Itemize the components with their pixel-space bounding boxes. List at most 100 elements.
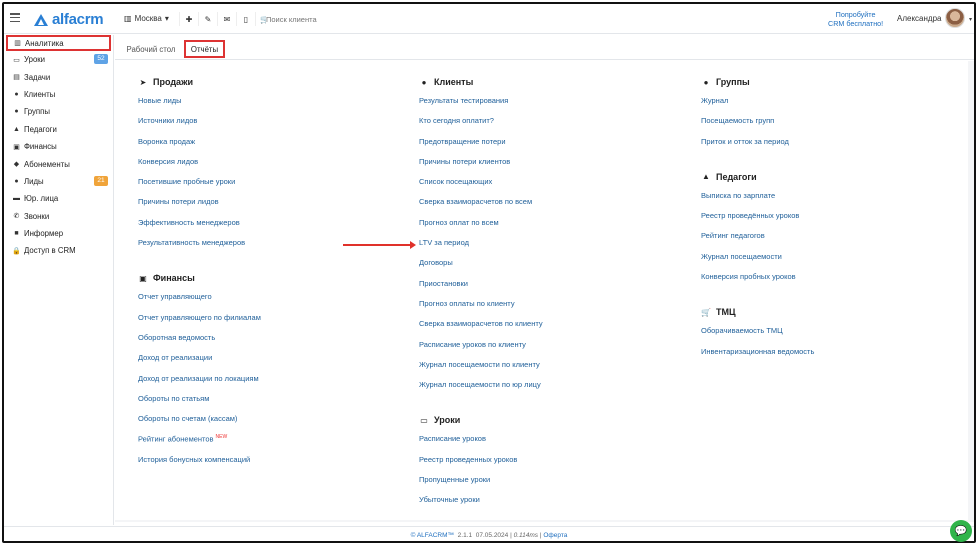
wrench-icon[interactable]: ✎ — [198, 12, 217, 26]
sidebar-item-informer[interactable]: ■ Информер — [4, 225, 113, 242]
link-manager-performance[interactable]: Результативность менеджеров — [138, 238, 261, 258]
menu-icon[interactable] — [10, 13, 20, 22]
calendar-icon: ▭ — [420, 415, 428, 425]
link-manager-efficiency[interactable]: Эффективность менеджеров — [138, 218, 261, 238]
sidebar-item-label: Аналитика — [25, 38, 64, 48]
user-name[interactable]: Александра — [897, 14, 941, 23]
sidebar-item-label: Задачи — [24, 72, 51, 82]
sidebar-item-legal-entities[interactable]: ▬ Юр. лица — [4, 190, 113, 207]
link-reconciliation-client[interactable]: Сверка взаиморасчетов по клиенту — [419, 319, 543, 339]
section-title-finance: ▣ Финансы — [138, 272, 261, 284]
sidebar-item-label: Звонки — [24, 211, 50, 221]
section-title-groups: ● Группы — [701, 76, 814, 88]
link-trial-conversion[interactable]: Конверсия пробных уроков — [701, 272, 814, 292]
sidebar-item-analytics[interactable]: ▥ Аналитика — [6, 35, 111, 51]
link-payment-forecast-client[interactable]: Прогноз оплаты по клиенту — [419, 299, 543, 319]
sidebar-item-calls[interactable]: ✆ Звонки — [4, 208, 113, 225]
link-payment-forecast-all[interactable]: Прогноз оплат по всем — [419, 218, 543, 238]
link-sales-income-locations[interactable]: Доход от реализации по локациям — [138, 374, 261, 394]
link-schedule-client[interactable]: Расписание уроков по клиенту — [419, 340, 543, 360]
chart-icon: ▥ — [14, 40, 21, 47]
section-title-sales: ➤ Продажи — [138, 76, 261, 88]
try-crm-link[interactable]: Попробуйте CRM бесплатно! — [828, 10, 883, 28]
link-turnover-by-accounts[interactable]: Обороты по счетам (кассам) — [138, 414, 261, 434]
link-sales-income[interactable]: Доход от реализации — [138, 353, 261, 373]
link-inventory-turnover[interactable]: Оборачиваемость ТМЦ — [701, 326, 814, 346]
link-who-pays-today[interactable]: Кто сегодня оплатит? — [419, 116, 543, 136]
link-missed-lessons[interactable]: Пропущенные уроки — [419, 475, 543, 495]
link-lead-conversion[interactable]: Конверсия лидов — [138, 157, 261, 177]
reports-panel: ➤ Продажи Новые лиды Источники лидов Вор… — [115, 61, 968, 520]
link-suspensions[interactable]: Приостановки — [419, 279, 543, 299]
phone-icon[interactable]: ▯ — [236, 12, 255, 26]
briefcase-icon: ▬ — [13, 195, 20, 203]
link-group-attendance[interactable]: Посещаемость групп — [701, 116, 814, 136]
tab-dashboard[interactable]: Рабочий стол — [123, 40, 179, 58]
link-manager-report-branches[interactable]: Отчет управляющего по филиалам — [138, 313, 261, 333]
logo[interactable]: alfacrm — [34, 11, 104, 28]
section-clients: ● Клиенты Результаты тестирования Кто се… — [419, 76, 543, 400]
link-loss-prevention[interactable]: Предотвращение потери — [419, 137, 543, 157]
link-lead-sources[interactable]: Источники лидов — [138, 116, 261, 136]
sidebar-item-crm-access[interactable]: 🔒 Доступ в CRM — [4, 242, 113, 259]
tab-reports[interactable]: Отчёты — [184, 40, 225, 58]
footer-version: 2.1.1 — [457, 532, 473, 539]
footer-brand[interactable]: © ALFACRM™ — [411, 532, 454, 539]
lock-icon: 🔒 — [12, 247, 21, 255]
link-contracts[interactable]: Договоры — [419, 258, 543, 278]
main-content: ➤ Продажи Новые лиды Источники лидов Вор… — [115, 61, 974, 522]
section-title-text: Педагоги — [716, 171, 757, 182]
link-turnover-by-items[interactable]: Обороты по статьям — [138, 394, 261, 414]
link-journal[interactable]: Журнал — [701, 96, 814, 116]
sidebar-item-leads[interactable]: ● Лиды 21 — [4, 173, 113, 190]
plus-icon[interactable]: ✚ — [179, 12, 198, 26]
link-manager-report[interactable]: Отчет управляющего — [138, 292, 261, 312]
phone-icon: ✆ — [13, 213, 20, 221]
footer-offer-link[interactable]: Оферта — [543, 532, 567, 539]
sidebar-item-subscriptions[interactable]: ◆ Абонементы — [4, 155, 113, 172]
link-inflow-outflow[interactable]: Приток и отток за период — [701, 137, 814, 157]
section-title-inventory: 🛒 ТМЦ — [701, 306, 814, 318]
sidebar-item-tasks[interactable]: ▤ Задачи — [4, 68, 113, 85]
sidebar-item-lessons[interactable]: ▭ Уроки 52 — [4, 51, 113, 68]
mail-icon[interactable]: ✉ — [217, 12, 236, 26]
chat-icon[interactable]: 💬 — [950, 520, 972, 542]
link-reconciliation-all[interactable]: Сверка взаиморасчетов по всем — [419, 197, 543, 217]
link-attendance-legal[interactable]: Журнал посещаемости по юр лицу — [419, 380, 543, 400]
link-bonus-history[interactable]: История бонусных компенсаций — [138, 455, 261, 475]
link-attendance-client[interactable]: Журнал посещаемости по клиенту — [419, 360, 543, 380]
link-sales-funnel[interactable]: Воронка продаж — [138, 137, 261, 157]
sidebar-item-finance[interactable]: ▣ Финансы — [4, 138, 113, 155]
branch-select[interactable]: ▥ Москва ▾ — [124, 14, 169, 23]
link-lesson-schedule[interactable]: Расписание уроков — [419, 434, 543, 454]
link-inventory-statement[interactable]: Инвентаризационная ведомость — [701, 347, 814, 367]
link-lead-loss-reasons[interactable]: Причины потери лидов — [138, 197, 261, 217]
rocket-icon: ➤ — [139, 77, 147, 87]
chevron-down-icon[interactable]: ▾ — [969, 16, 972, 23]
link-unprofitable-lessons[interactable]: Убыточные уроки — [419, 495, 543, 515]
sidebar-item-label: Группы — [24, 107, 50, 117]
sidebar-item-groups[interactable]: ● Группы — [4, 103, 113, 120]
link-new-leads[interactable]: Новые лиды — [138, 96, 261, 116]
link-test-results[interactable]: Результаты тестирования — [419, 96, 543, 116]
link-attendees-list[interactable]: Список посещающих — [419, 177, 543, 197]
link-teacher-rating[interactable]: Рейтинг педагогов — [701, 231, 814, 251]
sidebar: ▥ Аналитика ▭ Уроки 52 ▤ Задачи ● Клиент… — [4, 35, 114, 525]
sidebar-item-clients[interactable]: ● Клиенты — [4, 86, 113, 103]
link-client-loss-reasons[interactable]: Причины потери клиентов — [419, 157, 543, 177]
link-conducted-lessons[interactable]: Реестр проведённых уроков — [701, 211, 814, 231]
section-finance: ▣ Финансы Отчет управляющего Отчет управ… — [138, 272, 261, 475]
section-sales: ➤ Продажи Новые лиды Источники лидов Вор… — [138, 76, 261, 258]
section-title-text: Уроки — [434, 415, 461, 426]
link-turnover-statement[interactable]: Оборотная ведомость — [138, 333, 261, 353]
link-trial-lessons[interactable]: Посетившие пробные уроки — [138, 177, 261, 197]
link-attendance-journal[interactable]: Журнал посещаемости — [701, 252, 814, 272]
lead-icon: ● — [14, 177, 19, 185]
avatar[interactable] — [945, 8, 965, 28]
link-lessons-registry[interactable]: Реестр проведенных уроков — [419, 455, 543, 475]
search-input[interactable] — [266, 12, 426, 26]
link-salary-statement[interactable]: Выписка по зарплате — [701, 191, 814, 211]
link-ltv-period[interactable]: LTV за период — [419, 238, 543, 258]
sidebar-item-teachers[interactable]: ▲ Педагоги — [4, 121, 113, 138]
link-subscription-rating[interactable]: Рейтинг абонементов NEW — [138, 434, 261, 454]
